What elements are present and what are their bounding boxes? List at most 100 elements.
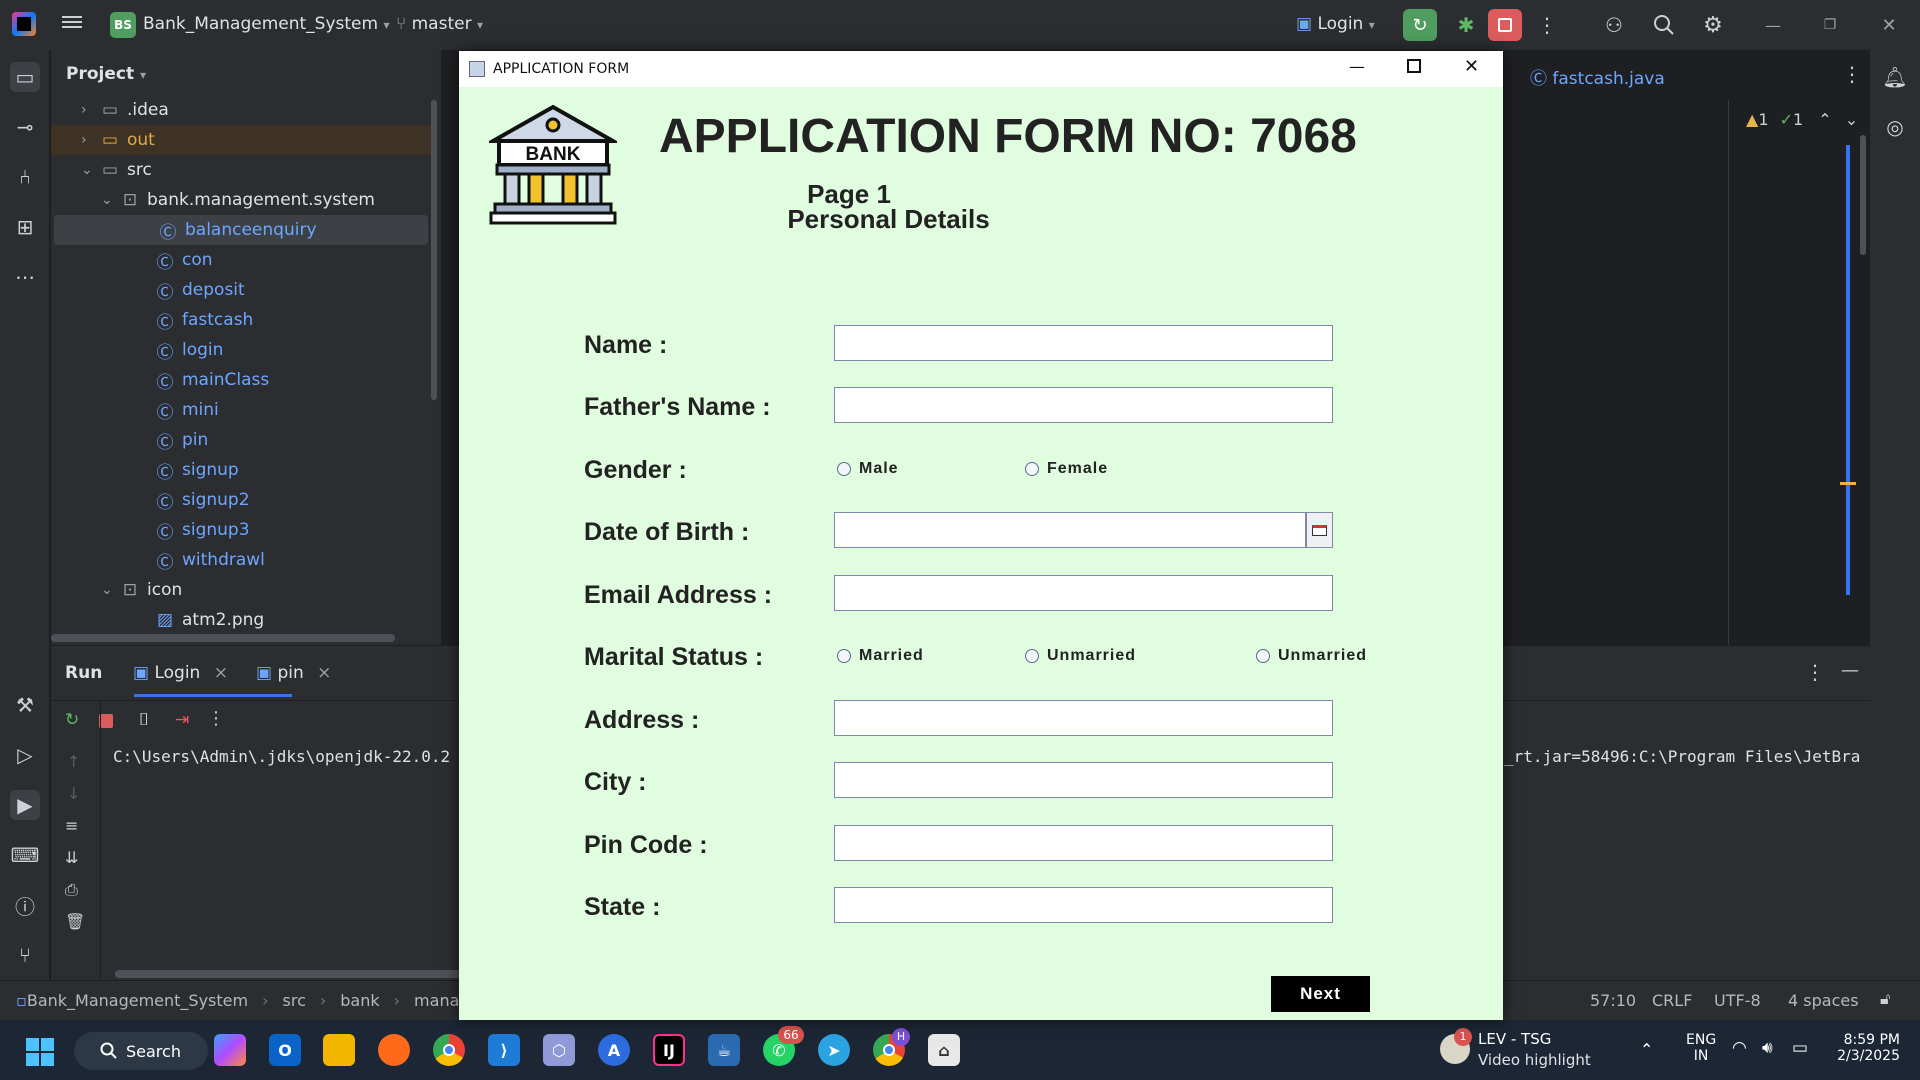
branch-dropdown[interactable]: ⑂ master ▾ (396, 14, 483, 34)
file-encoding[interactable]: UTF-8 (1714, 991, 1761, 1010)
git-icon[interactable]: ⑂ (10, 940, 40, 970)
address-input[interactable] (834, 700, 1333, 736)
outlook-icon[interactable]: O (269, 1034, 301, 1066)
marital-unmarried-radio[interactable]: Unmarried (1025, 647, 1136, 665)
hide-panel-icon[interactable]: — (1841, 660, 1859, 681)
wifi-icon[interactable]: ◠ (1732, 1038, 1747, 1058)
breadcrumb-project[interactable]: ▫Bank_Management_System (16, 991, 248, 1010)
tree-item-signup2[interactable]: Ⓒsignup2 (51, 485, 431, 515)
marital-married-radio[interactable]: Married (837, 647, 924, 665)
language-indicator[interactable]: ENG IN (1686, 1032, 1716, 1064)
vscode-icon[interactable]: ⟩ (488, 1034, 520, 1066)
settings-gear-icon[interactable]: ⚙ (1697, 9, 1729, 41)
tree-item-con[interactable]: Ⓒcon (51, 245, 431, 275)
firefox-icon[interactable] (378, 1034, 410, 1066)
tree-item-login[interactable]: Ⓒlogin (51, 335, 431, 365)
breadcrumb-bank[interactable]: bank (340, 991, 379, 1010)
battery-icon[interactable]: ▭ (1792, 1038, 1808, 1058)
search-icon[interactable] (1648, 9, 1680, 41)
tree-item-withdrawl[interactable]: Ⓒwithdrawl (51, 545, 431, 575)
minimize-icon[interactable]: — (1758, 9, 1788, 41)
chrome-icon[interactable] (433, 1034, 465, 1066)
name-input[interactable] (834, 325, 1333, 361)
gender-male-radio[interactable]: Male (837, 460, 899, 478)
arrow-down-icon[interactable]: ↓ (67, 784, 80, 803)
close-tab-icon[interactable]: × (214, 663, 228, 683)
problems-icon[interactable]: ⓘ (10, 890, 40, 920)
app-maximize-icon[interactable] (1407, 59, 1421, 73)
tree-item-fastcash[interactable]: Ⓒfastcash (51, 305, 431, 335)
email-input[interactable] (834, 575, 1333, 611)
tree-item-mini[interactable]: Ⓒmini (51, 395, 431, 425)
expand-chevron-icon[interactable]: › (81, 132, 99, 148)
bank-app-icon[interactable]: ⌂ (928, 1034, 960, 1066)
taskbar-search[interactable]: Search (74, 1032, 208, 1070)
ai-assistant-icon[interactable]: ◎ (1880, 112, 1910, 142)
run-menu-icon[interactable]: ⋮ (207, 708, 225, 729)
file-explorer-icon[interactable] (323, 1034, 355, 1066)
editor-scroll-marker[interactable] (1846, 145, 1850, 595)
run-more-icon[interactable]: ⋮ (1805, 660, 1825, 684)
tree-item-src[interactable]: ⌄ ▭ src (51, 155, 431, 185)
tree-item-pin[interactable]: Ⓒpin (51, 425, 431, 455)
console-hscrollbar[interactable] (115, 970, 475, 978)
java-app-icon[interactable]: ☕︎ (708, 1034, 740, 1066)
expand-chevron-icon[interactable]: ⌄ (81, 162, 99, 178)
tree-item-icon[interactable]: ⌄ ⊡ icon (51, 575, 431, 605)
rerun-icon[interactable]: ↻ (65, 710, 79, 730)
expand-chevron-icon[interactable]: ⌄ (101, 582, 119, 598)
run-tab-login[interactable]: ▣ Login × (133, 663, 228, 683)
telegram-icon[interactable]: ➤ (818, 1034, 850, 1066)
lock-icon[interactable]: 🔓︎ (1880, 989, 1890, 1009)
exit-icon[interactable]: ⇥ (175, 710, 189, 730)
app-window-titlebar[interactable]: APPLICATION FORM — ✕ (459, 51, 1503, 87)
intellij-taskbar-icon[interactable]: IJ (653, 1034, 685, 1066)
tree-item-atm2-png[interactable]: ▨ atm2.png (51, 605, 431, 635)
virtualbox-icon[interactable]: ⬡ (543, 1034, 575, 1066)
tree-item-out[interactable]: › ▭ out (51, 125, 431, 155)
breadcrumb-src[interactable]: src (283, 991, 306, 1010)
editor-scrollbar[interactable] (1860, 135, 1866, 255)
project-panel-header[interactable]: Project ▾ (66, 64, 146, 84)
project-name-dropdown[interactable]: Bank_Management_System ▾ (143, 14, 390, 34)
run-tool-icon[interactable]: ▶ (10, 790, 40, 820)
app-minimize-icon[interactable]: — (1349, 57, 1365, 76)
structure-icon[interactable]: ⊞ (10, 212, 40, 242)
restore-icon[interactable]: ❐ (1815, 9, 1845, 41)
trash-icon[interactable]: 🗑︎ (65, 912, 85, 931)
expand-chevron-icon[interactable]: › (81, 102, 99, 118)
caret-position[interactable]: 57:10 (1590, 991, 1636, 1010)
stop-button[interactable] (1488, 9, 1522, 41)
main-menu-icon[interactable] (62, 13, 82, 31)
run-tab-pin[interactable]: ▣ pin × (256, 663, 331, 683)
dob-input[interactable] (834, 512, 1306, 548)
stop-icon[interactable] (99, 714, 113, 728)
scroll-to-end-icon[interactable]: ⇊ (65, 848, 78, 867)
rerun-icon[interactable]: ↻ (1403, 9, 1437, 41)
more-actions-icon[interactable]: ⋮ (1535, 9, 1559, 41)
close-tab-icon[interactable]: × (317, 663, 331, 683)
editor-tab-fastcash[interactable]: Ⓒ fastcash.java (1530, 64, 1665, 89)
tray-chevron-up-icon[interactable]: ⌃ (1640, 1040, 1653, 1059)
close-icon[interactable]: ✕ (1874, 9, 1904, 41)
inspection-widget[interactable]: ▲1 ✓1 ⌃ ⌄ (1746, 110, 1858, 129)
code-with-me-icon[interactable]: ⚇ (1598, 9, 1630, 41)
camera-icon[interactable]: ⌷ (139, 710, 149, 730)
app-close-icon[interactable]: ✕ (1464, 56, 1479, 77)
calendar-button[interactable] (1306, 512, 1333, 548)
line-ending[interactable]: CRLF (1652, 991, 1692, 1010)
editor-more-icon[interactable]: ⋮ (1842, 62, 1862, 86)
services-icon[interactable]: ▷ (10, 740, 40, 770)
state-input[interactable] (834, 887, 1333, 923)
city-input[interactable] (834, 762, 1333, 798)
tree-hscrollbar[interactable] (51, 634, 395, 642)
tree-item-signup3[interactable]: Ⓒsignup3 (51, 515, 431, 545)
print-icon[interactable]: ⎙ (65, 880, 78, 900)
more-tools-icon[interactable]: ⋯ (10, 262, 40, 292)
copilot-icon[interactable] (214, 1034, 246, 1066)
commit-tool-icon[interactable]: ⊸ (10, 112, 40, 142)
soft-wrap-icon[interactable]: ≡ (65, 816, 78, 835)
news-title[interactable]: LEV - TSG (1478, 1030, 1551, 1048)
expand-chevron-icon[interactable]: ⌄ (101, 192, 119, 208)
project-tool-icon[interactable]: ▭ (10, 62, 40, 92)
